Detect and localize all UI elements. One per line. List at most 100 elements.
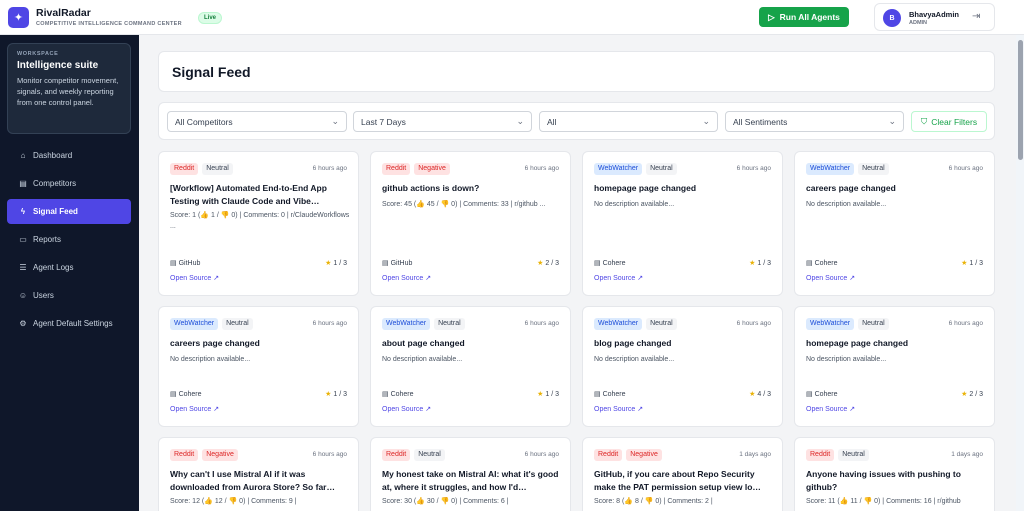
- card-tags: Reddit Negative: [594, 449, 662, 461]
- sidebar-item-competitors[interactable]: ▤ Competitors: [7, 171, 131, 196]
- open-source-link[interactable]: Open Source ↗: [806, 274, 855, 282]
- source-badge: WebWatcher: [806, 163, 855, 175]
- rating-value: 2 / 3: [545, 260, 559, 267]
- brand: RivalRadar COMPETITIVE INTELLIGENCE COMM…: [36, 7, 182, 28]
- card-competitor: ▤ Cohere: [594, 259, 626, 267]
- competitor-name: Cohere: [602, 260, 626, 267]
- open-source-link[interactable]: Open Source ↗: [382, 405, 431, 413]
- bolt-icon: ϟ: [20, 207, 26, 216]
- logo-icon: ✦: [8, 7, 29, 28]
- clear-filters-label: Clear Filters: [931, 116, 978, 127]
- card-timestamp: 6 hours ago: [736, 320, 771, 327]
- signal-card[interactable]: Reddit Neutral 1 days ago Anyone having iss…: [794, 437, 995, 511]
- signal-card[interactable]: Reddit Negative 1 days ago GitHub, if you c…: [582, 437, 783, 511]
- card-rating: ★ 1 / 3: [961, 259, 983, 267]
- user-name: BhavyaAdmin: [909, 10, 960, 19]
- date-range-filter-select[interactable]: Last 7 Days ⌄: [353, 111, 532, 132]
- play-icon: ▷: [768, 11, 775, 22]
- sidebar-item-agent-default-settings[interactable]: ⚙ Agent Default Settings: [7, 311, 131, 336]
- brand-subtitle: COMPETITIVE INTELLIGENCE COMMAND CENTER: [36, 21, 182, 27]
- sidebar-item-users[interactable]: ☺ Users: [7, 283, 131, 308]
- sidebar-nav: ⌂ Dashboard ▤ Competitors ϟ Signal Feed …: [7, 143, 131, 339]
- building-icon: ▤: [382, 391, 391, 398]
- card-description: No description available...: [594, 201, 675, 208]
- card-title: [Workflow] Automated End-to-End App Test…: [170, 183, 327, 206]
- open-source-link[interactable]: Open Source ↗: [806, 405, 855, 413]
- card-title: homepage page changed: [806, 338, 909, 348]
- open-source-link[interactable]: Open Source ↗: [594, 405, 643, 413]
- signal-card[interactable]: WebWatcher Neutral 6 hours ago careers page…: [158, 306, 359, 427]
- source-filter-select[interactable]: All ⌄: [539, 111, 718, 132]
- card-competitor: ▤ Cohere: [594, 390, 626, 398]
- signal-card[interactable]: Reddit Neutral 6 hours ago [Workflow] Autom…: [158, 151, 359, 296]
- rating-value: 1 / 3: [333, 391, 347, 398]
- card-title: about page changed: [382, 338, 465, 348]
- signal-card[interactable]: WebWatcher Neutral 6 hours ago blog page ch…: [582, 306, 783, 427]
- run-all-agents-button[interactable]: ▷ Run All Agents: [759, 7, 849, 27]
- logout-icon[interactable]: ⇥: [972, 11, 980, 22]
- clear-filters-button[interactable]: ⛉ Clear Filters: [911, 111, 987, 132]
- sidebar-item-label: Dashboard: [33, 151, 73, 160]
- card-timestamp: 6 hours ago: [948, 165, 983, 172]
- sidebar-item-reports[interactable]: ▭ Reports: [7, 227, 131, 252]
- card-rating: ★ 4 / 3: [749, 390, 771, 398]
- signal-card[interactable]: Reddit Neutral 6 hours ago My honest take o…: [370, 437, 571, 511]
- signal-card[interactable]: WebWatcher Neutral 6 hours ago homepage pag…: [794, 306, 995, 427]
- sentiment-badge: Neutral: [858, 318, 889, 330]
- sidebar-item-label: Agent Logs: [33, 263, 74, 272]
- sentiment-filter-select[interactable]: All Sentiments ⌄: [725, 111, 904, 132]
- sentiment-badge: Neutral: [434, 318, 465, 330]
- open-source-link[interactable]: Open Source ↗: [594, 274, 643, 282]
- card-title: blog page changed: [594, 338, 672, 348]
- source-filter-value: All: [547, 116, 557, 127]
- card-description: No description available...: [170, 356, 251, 363]
- card-title: Anyone having issues with pushing to git…: [806, 469, 961, 492]
- signal-card[interactable]: Reddit Negative 6 hours ago Why can't I use…: [158, 437, 359, 511]
- source-badge: Reddit: [170, 163, 199, 175]
- card-competitor: ▤ Cohere: [382, 390, 414, 398]
- top-bar: ✦ RivalRadar COMPETITIVE INTELLIGENCE CO…: [0, 0, 1024, 35]
- signal-card[interactable]: WebWatcher Neutral 6 hours ago about page c…: [370, 306, 571, 427]
- page-title: Signal Feed: [172, 64, 251, 80]
- rating-value: 1 / 3: [333, 260, 347, 267]
- card-description: Score: 45 (👍 45 / 👎 0) | Comments: 33 | …: [382, 201, 546, 208]
- brand-name: RivalRadar: [36, 7, 91, 19]
- sidebar-item-dashboard[interactable]: ⌂ Dashboard: [7, 143, 131, 168]
- workspace-label: WORKSPACE: [17, 51, 59, 57]
- page-header: Signal Feed: [158, 51, 995, 92]
- source-badge: Reddit: [806, 449, 835, 461]
- card-competitor: ▤ Cohere: [806, 259, 838, 267]
- sentiment-badge: Neutral: [646, 318, 677, 330]
- card-title: careers page changed: [170, 338, 260, 348]
- sentiment-badge: Neutral: [858, 163, 889, 175]
- open-source-link[interactable]: Open Source ↗: [170, 274, 219, 282]
- card-timestamp: 6 hours ago: [948, 320, 983, 327]
- card-title: github actions is down?: [382, 183, 480, 193]
- signal-card[interactable]: WebWatcher Neutral 6 hours ago homepage pag…: [582, 151, 783, 296]
- competitor-filter-select[interactable]: All Competitors ⌄: [167, 111, 347, 132]
- card-description: No description available...: [382, 356, 463, 363]
- users-icon: ☺: [18, 291, 28, 300]
- open-source-link[interactable]: Open Source ↗: [170, 405, 219, 413]
- user-menu[interactable]: B BhavyaAdmin ADMIN ⇥: [874, 3, 995, 31]
- sidebar-item-agent-logs[interactable]: ☰ Agent Logs: [7, 255, 131, 280]
- building-icon: ▤: [19, 179, 27, 188]
- scrollbar-thumb[interactable]: [1018, 40, 1023, 160]
- card-timestamp: 1 days ago: [739, 451, 771, 458]
- card-title: GitHub, if you care about Repo Security …: [594, 469, 761, 492]
- signal-card[interactable]: WebWatcher Neutral 6 hours ago careers page…: [794, 151, 995, 296]
- document-icon: ▭: [19, 235, 27, 244]
- competitor-name: GitHub: [178, 260, 201, 267]
- card-rating: ★ 1 / 3: [749, 259, 771, 267]
- card-rating: ★ 2 / 3: [961, 390, 983, 398]
- source-badge: Reddit: [170, 449, 199, 461]
- card-tags: WebWatcher Neutral: [170, 318, 253, 330]
- chevron-down-icon: ⌄: [702, 116, 710, 126]
- open-source-link[interactable]: Open Source ↗: [382, 274, 431, 282]
- sidebar-item-signal-feed[interactable]: ϟ Signal Feed: [7, 199, 131, 224]
- card-competitor: ▤ Cohere: [170, 390, 202, 398]
- workspace-description: Monitor competitor movement, signals, an…: [17, 76, 119, 107]
- card-title: careers page changed: [806, 183, 896, 193]
- sentiment-badge: Neutral: [414, 449, 445, 461]
- signal-card[interactable]: Reddit Negative 6 hours ago github actions …: [370, 151, 571, 296]
